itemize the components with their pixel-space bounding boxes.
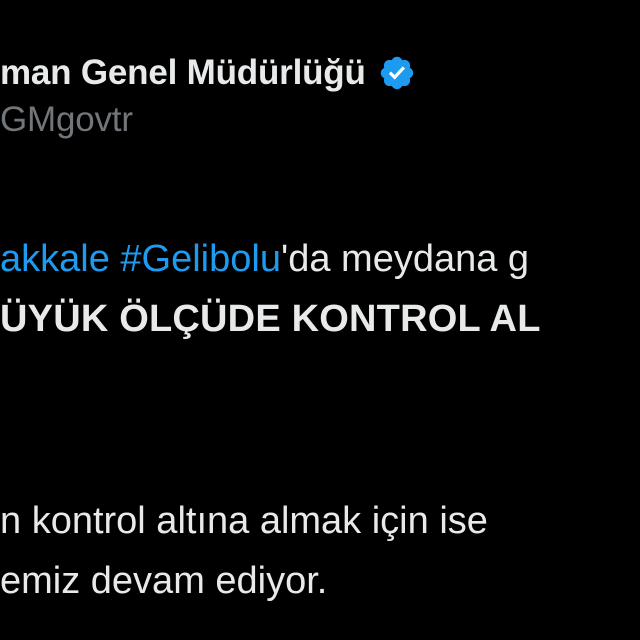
hashtag-link-gelibolu[interactable]: #Gelibolu — [120, 238, 281, 280]
author-handle[interactable]: GMgovtr — [0, 100, 133, 140]
tweet-text-line-4: emiz devam ediyor. — [0, 560, 327, 603]
tweet-text-line-1: akkale #Gelibolu'da meydana g — [0, 238, 529, 281]
handle-text: GMgovtr — [0, 100, 133, 139]
hashtag-link[interactable]: akkale — [0, 238, 110, 280]
author-row: man Genel Müdürlüğü — [0, 50, 416, 96]
tweet-text-line-2: ÜYÜK ÖLÇÜDE KONTROL AL — [0, 298, 541, 341]
tweet-text: 'da meydana g — [280, 238, 530, 280]
tweet-text-bold: ÜYÜK ÖLÇÜDE KONTROL AL — [0, 298, 541, 340]
tweet-text-line-3: n kontrol altına almak için ise — [0, 500, 488, 543]
tweet-text: emiz devam ediyor. — [0, 560, 328, 602]
tweet-text: n kontrol altına almak için ise — [0, 500, 488, 542]
author-display-name[interactable]: man Genel Müdürlüğü — [0, 53, 366, 93]
verified-badge-icon[interactable] — [378, 54, 416, 92]
